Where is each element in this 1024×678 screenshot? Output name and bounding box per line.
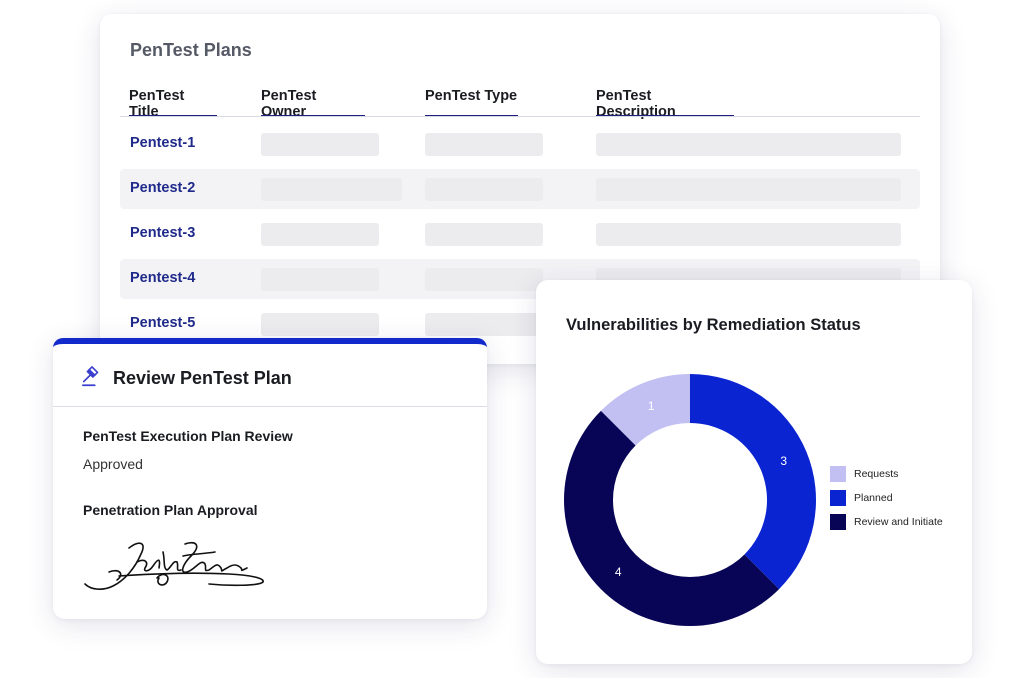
slice-planned[interactable] [690,374,816,590]
legend-label: Requests [854,468,899,480]
description-placeholder [596,178,901,201]
header-divider [120,116,920,117]
legend-swatch [830,514,846,530]
description-placeholder [596,133,901,156]
signature-image [84,541,264,590]
table-row[interactable]: Pentest-2 [120,169,920,209]
legend-swatch [830,490,846,506]
table-row[interactable]: Pentest-3 [120,214,920,254]
type-placeholder [425,313,543,336]
column-header-type[interactable]: PenTest Type [425,88,518,117]
slice-value-label: 3 [780,454,787,468]
review-divider [53,406,487,407]
type-placeholder [425,178,543,201]
row-title-link[interactable]: Pentest-3 [130,225,195,241]
column-header-label: PenTest Type [425,88,518,104]
owner-placeholder [261,313,379,336]
gavel-icon [82,366,99,387]
slice-value-label: 4 [615,565,622,579]
legend-item-planned[interactable]: Planned [830,486,943,510]
type-placeholder [425,223,543,246]
type-placeholder [425,133,543,156]
plan-approval-label: Penetration Plan Approval [83,502,258,518]
owner-placeholder [261,178,402,201]
table-row[interactable]: Pentest-1 [120,124,920,164]
legend-swatch [830,466,846,482]
row-title-link[interactable]: Pentest-1 [130,135,195,151]
description-placeholder [596,223,901,246]
legend-item-review-and-initiate[interactable]: Review and Initiate [830,510,943,534]
type-placeholder [425,268,543,291]
review-title: Review PenTest Plan [113,368,292,388]
row-title-link[interactable]: Pentest-2 [130,180,195,196]
remediation-status-chart-card: Vulnerabilities by Remediation Status 13… [536,280,972,664]
execution-review-label: PenTest Execution Plan Review [83,428,293,444]
plans-title: PenTest Plans [130,40,252,60]
slice-value-label: 1 [648,399,655,413]
row-title-link[interactable]: Pentest-4 [130,270,195,286]
owner-placeholder [261,133,379,156]
legend-item-requests[interactable]: Requests [830,462,943,486]
row-title-link[interactable]: Pentest-5 [130,315,195,331]
review-pentest-plan-card: Review PenTest Plan PenTest Execution Pl… [53,338,487,619]
owner-placeholder [261,268,379,291]
chart-legend: Requests Planned Review and Initiate [830,462,943,534]
legend-label: Review and Initiate [854,516,943,528]
execution-review-value: Approved [83,456,143,472]
owner-placeholder [261,223,379,246]
legend-label: Planned [854,492,893,504]
